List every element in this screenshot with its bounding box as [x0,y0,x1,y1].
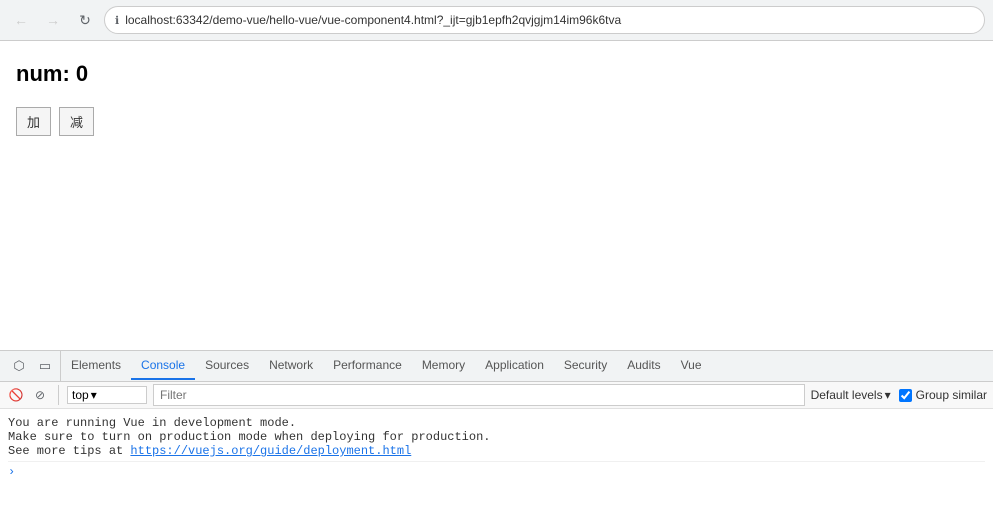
context-selector[interactable]: top ▾ [67,386,147,404]
default-levels-dropdown[interactable]: Default levels ▾ [811,388,891,402]
num-label: num: 0 [16,61,88,86]
stop-icon: ⊘ [35,388,45,402]
forward-icon: → [46,12,60,28]
back-icon: ← [14,12,28,28]
console-output: You are running Vue in development mode.… [0,409,993,509]
console-message: You are running Vue in development mode.… [8,413,985,462]
console-line-3: See more tips at https://vuejs.org/guide… [8,444,985,458]
tab-security[interactable]: Security [554,352,617,380]
prompt-arrow-icon: › [8,465,15,479]
console-prompt: › [8,462,985,482]
device-icon: ▭ [39,358,51,374]
dropdown-arrow-icon: ▾ [91,388,97,402]
inspect-element-button[interactable]: ⬡ [8,355,30,377]
url-input[interactable] [125,13,974,27]
toggle-console-button[interactable]: ⊘ [30,385,50,405]
devtools-panel: ⬡ ▭ Elements Console Sources Network Per… [0,350,993,509]
default-levels-arrow-icon: ▾ [885,388,891,402]
tab-sources[interactable]: Sources [195,352,259,380]
context-label: top [72,388,89,402]
filter-input[interactable] [153,384,805,406]
cursor-icon: ⬡ [13,358,24,374]
tab-list: Elements Console Sources Network Perform… [61,352,712,380]
device-toolbar-button[interactable]: ▭ [34,355,56,377]
group-similar-checkbox[interactable] [899,389,912,402]
console-right-controls: Default levels ▾ Group similar [811,388,987,402]
tab-console[interactable]: Console [131,352,195,380]
page-content: num: 0 加 减 [0,41,993,221]
devtools-icon-group: ⬡ ▭ [4,351,61,381]
tab-performance[interactable]: Performance [323,352,412,380]
forward-button[interactable]: → [40,7,66,33]
console-link[interactable]: https://vuejs.org/guide/deployment.html [130,444,411,458]
console-line-1: You are running Vue in development mode. [8,416,985,430]
browser-chrome: ← → ↻ ℹ [0,0,993,41]
devtools-tabs: ⬡ ▭ Elements Console Sources Network Per… [0,351,993,382]
address-bar[interactable]: ℹ [104,6,985,34]
tab-audits[interactable]: Audits [617,352,670,380]
btn-group: 加 减 [16,107,977,136]
tab-vue[interactable]: Vue [671,352,712,380]
tab-memory[interactable]: Memory [412,352,475,380]
browser-toolbar: ← → ↻ ℹ [0,0,993,40]
console-line-2: Make sure to turn on production mode whe… [8,430,985,444]
console-icon-group: 🚫 ⊘ [6,385,59,405]
lock-icon: ℹ [115,14,119,27]
tab-elements[interactable]: Elements [61,352,131,380]
clear-icon: 🚫 [9,388,24,402]
console-line-3-prefix: See more tips at [8,444,130,458]
refresh-button[interactable]: ↻ [72,7,98,33]
add-button[interactable]: 加 [16,107,51,136]
sub-button[interactable]: 减 [59,107,94,136]
clear-console-button[interactable]: 🚫 [6,385,26,405]
num-display: num: 0 [16,61,977,87]
default-levels-label: Default levels [811,388,883,402]
refresh-icon: ↻ [79,12,91,29]
tab-network[interactable]: Network [259,352,323,380]
console-toolbar: 🚫 ⊘ top ▾ Default levels ▾ Group similar [0,382,993,409]
back-button[interactable]: ← [8,7,34,33]
group-similar-text: Group similar [916,388,987,402]
group-similar-label[interactable]: Group similar [899,388,987,402]
tab-application[interactable]: Application [475,352,554,380]
